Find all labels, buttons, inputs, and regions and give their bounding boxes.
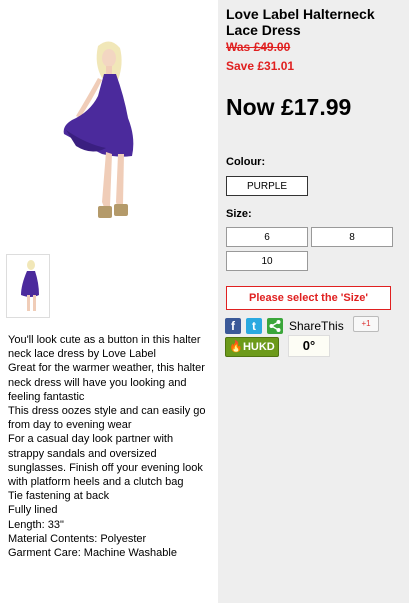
product-image-column: You'll look cute as a button in this hal… bbox=[0, 0, 218, 603]
sharethis-icon[interactable] bbox=[267, 318, 283, 334]
main-product-image[interactable] bbox=[6, 6, 170, 244]
share-bar: f t ShareThis +1 bbox=[225, 316, 405, 337]
size-option-6[interactable]: 6 bbox=[226, 227, 308, 247]
product-title: Love Label Halterneck Lace Dress bbox=[226, 6, 375, 38]
size-label: Size: bbox=[226, 208, 252, 220]
save-amount: Save £31.01 bbox=[226, 59, 295, 73]
share-glyph bbox=[269, 320, 281, 332]
size-option-10[interactable]: 10 bbox=[226, 251, 308, 271]
hukd-label: HUKD bbox=[242, 341, 275, 353]
now-price: Now £17.99 bbox=[226, 94, 352, 120]
description-line: You'll look cute as a button in this hal… bbox=[8, 334, 201, 361]
google-plus-button[interactable]: +1 bbox=[353, 316, 379, 332]
product-description: You'll look cute as a button in this hal… bbox=[8, 333, 210, 560]
colour-label: Colour: bbox=[226, 156, 266, 168]
description-line: Length: 33" bbox=[8, 518, 64, 531]
description-line: Great for the warmer weather, this halte… bbox=[8, 362, 205, 403]
facebook-icon[interactable]: f bbox=[225, 318, 241, 334]
description-line: Material Contents: Polyester bbox=[8, 532, 147, 545]
size-option-8[interactable]: 8 bbox=[311, 227, 393, 247]
twitter-icon[interactable]: t bbox=[246, 318, 262, 334]
model-photo bbox=[6, 6, 170, 244]
size-error-message: Please select the 'Size' bbox=[226, 286, 391, 310]
flame-icon: 🔥 bbox=[229, 341, 243, 353]
description-line: This dress oozes style and can easily go… bbox=[8, 405, 206, 432]
description-line: For a casual day look partner with strap… bbox=[8, 433, 203, 489]
colour-option-purple[interactable]: PURPLE bbox=[226, 176, 308, 196]
hukd-button[interactable]: 🔥HUKD bbox=[225, 337, 279, 357]
gplus-label: +1 bbox=[361, 319, 371, 328]
product-details-panel: Love Label Halterneck Lace Dress Was £49… bbox=[218, 0, 409, 603]
product-thumbnail[interactable] bbox=[6, 254, 50, 318]
description-line: Tie fastening at back bbox=[8, 490, 110, 503]
hukd-temperature: 0° bbox=[288, 335, 330, 357]
description-line: Garment Care: Machine Washable bbox=[8, 547, 177, 560]
sharethis-label[interactable]: ShareThis bbox=[289, 319, 344, 333]
was-price: Was £49.00 bbox=[226, 40, 291, 54]
thumbnail-photo bbox=[7, 255, 49, 317]
description-line: Fully lined bbox=[8, 504, 58, 517]
